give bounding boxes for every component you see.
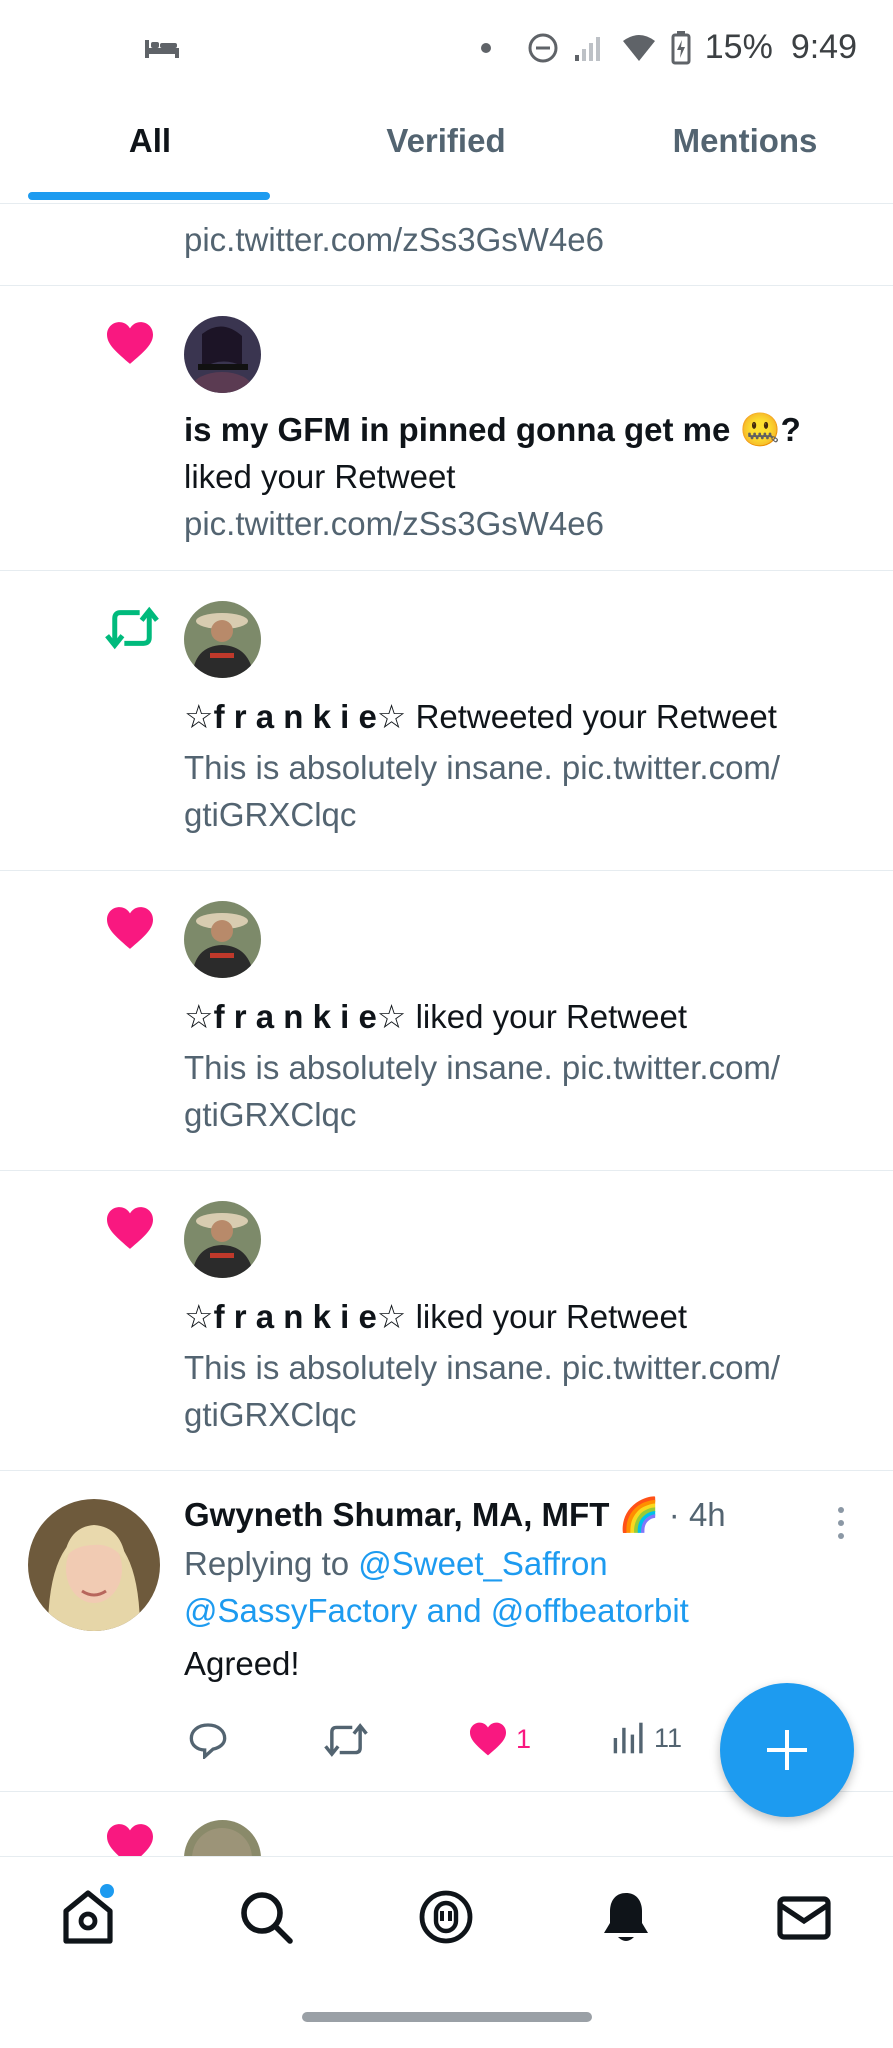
list-item[interactable]: ☆f r a n k i e☆ liked your Retweet This … bbox=[0, 871, 893, 1171]
mention-link[interactable]: @offbeatorbit bbox=[491, 1592, 689, 1629]
avatar[interactable] bbox=[184, 1820, 261, 1856]
tweet-link[interactable]: pic.twitter.com/zSs3GsW4e6 bbox=[184, 500, 863, 547]
tweet-header: Gwyneth Shumar, MA, MFT 🌈 · 4h bbox=[184, 1491, 853, 1538]
home-unread-dot bbox=[100, 1884, 114, 1898]
tab-all[interactable]: All bbox=[60, 122, 240, 160]
tab-mentions[interactable]: Mentions bbox=[650, 122, 840, 160]
heart-icon bbox=[104, 1822, 156, 1856]
tab-verified[interactable]: Verified bbox=[346, 122, 546, 160]
heart-icon bbox=[104, 1205, 156, 1256]
clock: 9:49 bbox=[790, 28, 857, 66]
avatar[interactable] bbox=[184, 1201, 261, 1278]
tweet-actions: 1 11 bbox=[184, 1721, 704, 1771]
notification-action: liked your Retweet bbox=[184, 458, 456, 495]
list-item[interactable]: ☆f r a n k i e☆ liked your Retweet This … bbox=[0, 1171, 893, 1471]
tweet-text[interactable]: gtiGRXClqc bbox=[184, 1391, 863, 1438]
tweet-text: Agreed! bbox=[184, 1645, 300, 1682]
replying-to-continued: @SassyFactory and @offbeatorbit bbox=[184, 1587, 853, 1634]
tweet-link[interactable]: pic.twitter.com/zSs3GsW4e6 bbox=[184, 216, 863, 263]
views-button[interactable]: 11 bbox=[612, 1721, 682, 1755]
compose-tweet-button[interactable] bbox=[720, 1683, 854, 1817]
like-count: 1 bbox=[516, 1723, 532, 1754]
spaces-icon bbox=[419, 1890, 473, 1944]
replying-to: Replying to @Sweet_Saffron bbox=[184, 1540, 853, 1587]
avatar[interactable] bbox=[184, 316, 261, 393]
list-item[interactable]: pic.twitter.com/zSs3GsW4e6 bbox=[0, 204, 893, 286]
reply-icon bbox=[189, 1723, 227, 1759]
retweet-icon bbox=[104, 605, 160, 656]
views-icon bbox=[613, 1722, 643, 1754]
mail-icon bbox=[777, 1896, 831, 1940]
nav-spaces[interactable] bbox=[416, 1887, 476, 1947]
actor-name[interactable]: ☆f r a n k i e☆ bbox=[184, 698, 406, 735]
actor-name[interactable]: ☆f r a n k i e☆ bbox=[184, 1298, 406, 1335]
notification-dot-icon bbox=[480, 42, 491, 53]
notification-action: liked your Retweet bbox=[415, 998, 688, 1035]
tweet-text[interactable]: This is absolutely insane. pic.twitter.c… bbox=[184, 1044, 863, 1091]
sleep-mode-icon bbox=[145, 38, 179, 65]
heart-icon bbox=[104, 320, 156, 371]
mention-link[interactable]: @SassyFactory bbox=[184, 1592, 417, 1629]
gesture-bar[interactable] bbox=[302, 2012, 592, 2022]
mention-link[interactable]: @Sweet_Saffron bbox=[358, 1545, 607, 1582]
notification-headline: ☆f r a n k i e☆ Retweeted your Retweet bbox=[184, 693, 863, 740]
list-item[interactable]: ☆f r a n k i e☆ Retweeted your Retweet T… bbox=[0, 571, 893, 871]
status-bar: 15% 9:49 bbox=[0, 0, 893, 100]
replying-to-label: Replying to bbox=[184, 1545, 350, 1582]
retweet-button[interactable] bbox=[324, 1721, 368, 1759]
like-button[interactable]: 1 bbox=[468, 1721, 531, 1757]
battery-percent: 15% bbox=[704, 28, 773, 66]
view-count: 11 bbox=[654, 1722, 683, 1753]
wifi-icon bbox=[622, 34, 655, 61]
plus-icon bbox=[767, 1730, 807, 1770]
nav-notifications[interactable] bbox=[596, 1887, 656, 1947]
tweet-text[interactable]: gtiGRXClqc bbox=[184, 791, 863, 838]
heart-icon bbox=[104, 905, 156, 956]
tweet-text[interactable]: gtiGRXClqc bbox=[184, 1091, 863, 1138]
avatar[interactable] bbox=[28, 1499, 160, 1631]
tweet-text[interactable]: This is absolutely insane. pic.twitter.c… bbox=[184, 744, 863, 791]
tweet-text[interactable]: This is absolutely insane. pic.twitter.c… bbox=[184, 1344, 863, 1391]
battery-icon bbox=[671, 30, 691, 64]
nav-messages[interactable] bbox=[774, 1887, 834, 1947]
notification-tabs: All Verified Mentions bbox=[0, 100, 893, 204]
notification-action: liked your Retweet bbox=[415, 1298, 688, 1335]
active-tab-indicator bbox=[28, 192, 270, 200]
notification-headline: ☆f r a n k i e☆ liked your Retweet bbox=[184, 993, 863, 1040]
more-options-icon[interactable] bbox=[835, 1505, 847, 1541]
nav-search[interactable] bbox=[236, 1887, 296, 1947]
actor-name[interactable]: is my GFM in pinned gonna get me 🤐? bbox=[184, 406, 863, 453]
bell-icon bbox=[604, 1893, 648, 1941]
avatar[interactable] bbox=[184, 901, 261, 978]
signal-icon bbox=[574, 36, 600, 61]
tweet-time: · 4h bbox=[668, 1496, 726, 1533]
retweet-icon bbox=[324, 1723, 368, 1757]
notification-action: Retweeted your Retweet bbox=[415, 698, 777, 735]
and-label: and bbox=[426, 1592, 482, 1629]
heart-icon bbox=[470, 1722, 506, 1756]
search-icon bbox=[241, 1892, 293, 1944]
reply-button[interactable] bbox=[188, 1721, 228, 1759]
list-item[interactable]: is my GFM in pinned gonna get me 🤐? like… bbox=[0, 286, 893, 571]
bottom-navigation bbox=[0, 1856, 893, 1976]
notifications-feed[interactable]: pic.twitter.com/zSs3GsW4e6 is my GFM in … bbox=[0, 204, 893, 1856]
do-not-disturb-icon bbox=[528, 33, 558, 62]
avatar[interactable] bbox=[184, 601, 261, 678]
actor-name[interactable]: ☆f r a n k i e☆ bbox=[184, 998, 406, 1035]
author-name[interactable]: Gwyneth Shumar, MA, MFT 🌈 bbox=[184, 1496, 660, 1533]
notification-headline: ☆f r a n k i e☆ liked your Retweet bbox=[184, 1293, 863, 1340]
